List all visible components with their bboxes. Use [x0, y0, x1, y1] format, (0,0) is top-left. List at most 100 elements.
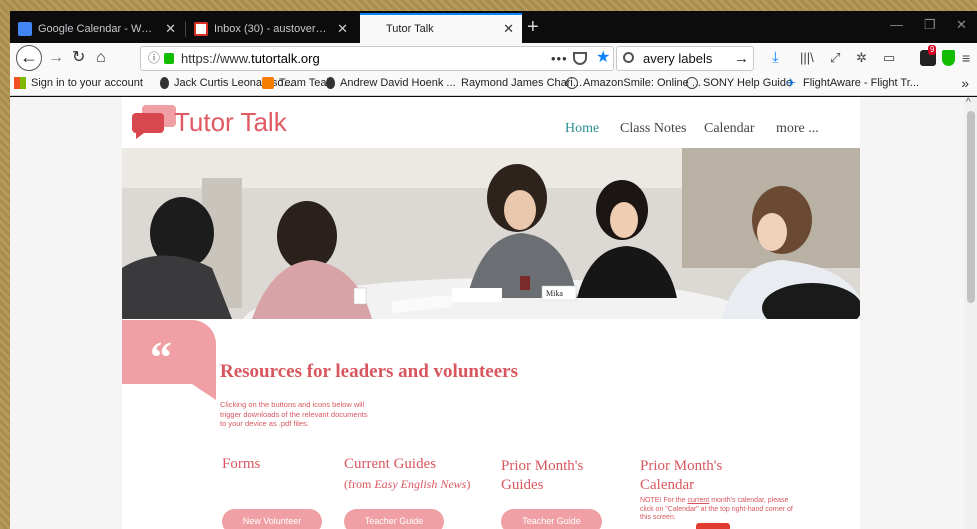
scroll-up-icon[interactable]: ^ — [966, 97, 971, 108]
search-icon — [623, 52, 634, 63]
search-go-icon[interactable]: → — [734, 47, 749, 70]
menu-icon[interactable]: ≡ — [962, 50, 970, 66]
shield-icon[interactable] — [942, 50, 955, 66]
page-viewport: Tutor Talk Home Class Notes Calendar mor… — [10, 97, 964, 529]
pocket-icon[interactable] — [573, 52, 587, 65]
bookmark-label: Team Teal — [279, 77, 329, 89]
url-text: https://www.tutortalk.org — [181, 47, 320, 70]
close-icon[interactable]: ✕ — [337, 21, 348, 37]
tab-title: Tutor Talk — [386, 23, 434, 35]
bookmark-label: SONY Help Guide — [703, 77, 793, 89]
place-card-text: Mika — [546, 289, 563, 298]
note-prefix: NOTE! For the — [640, 497, 688, 504]
tab-strip: Google Calendar - Week of Ma ✕ Inbox (30… — [10, 11, 977, 43]
extension-icon[interactable]: 9 — [920, 45, 937, 66]
plane-icon: ✈ — [786, 76, 797, 90]
calendar-download-button[interactable] — [696, 523, 730, 529]
expand-icon[interactable]: ⤢ — [830, 50, 840, 66]
lock-icon[interactable] — [164, 53, 174, 64]
current-guides-subtitle: (from Easy English News) — [344, 477, 470, 492]
nav-more[interactable]: more ... — [776, 121, 819, 137]
bookmark-star-icon[interactable]: ★ — [596, 46, 610, 69]
prior-calendar-heading: Prior Month's Calendar — [640, 457, 722, 495]
apple-icon — [160, 77, 169, 89]
tab-gmail-inbox[interactable]: Inbox (30) - austover@gmail.co ✕ — [186, 15, 356, 43]
current-guides-heading: Current Guides — [344, 456, 437, 472]
bookmark-label: Raymond James Chari... — [461, 77, 583, 89]
scrollbar-thumb[interactable] — [967, 111, 975, 303]
tab-title: Inbox (30) - austover@gmail.co — [214, 23, 329, 35]
search-bar[interactable]: avery labels → — [616, 46, 754, 71]
home-button[interactable]: ⌂ — [96, 47, 106, 69]
forward-button[interactable]: → — [48, 47, 64, 69]
minimize-icon[interactable]: — — [890, 17, 903, 32]
nav-home[interactable]: Home — [565, 121, 599, 137]
bookmark-item[interactable]: Team Teal — [262, 77, 329, 89]
section-title: Resources for leaders and volunteers — [220, 361, 518, 382]
heading-line: Prior Month's — [501, 458, 584, 474]
nav-class-notes[interactable]: Class Notes — [620, 121, 687, 137]
logo-icon — [132, 105, 176, 139]
note-current-link: current — [687, 497, 710, 504]
hero-photo: Mika — [122, 148, 860, 319]
bookmark-label: FlightAware - Flight Tr... — [803, 77, 919, 89]
forms-heading: Forms — [222, 456, 261, 472]
site-logo-text[interactable]: Tutor Talk — [174, 107, 287, 138]
calendar-icon — [18, 22, 32, 36]
window-close-icon[interactable]: ✕ — [956, 17, 967, 33]
search-input[interactable]: avery labels — [643, 47, 712, 70]
subtitle-suffix: ) — [466, 477, 471, 491]
browser-window: Google Calendar - Week of Ma ✕ Inbox (30… — [10, 11, 977, 529]
apple-icon — [326, 77, 335, 89]
download-icon[interactable]: ⤓ — [772, 50, 779, 66]
new-tab-button[interactable]: + — [527, 15, 539, 39]
svg-text:“: “ — [150, 333, 172, 382]
settings-gear-icon[interactable]: ✲ — [856, 50, 867, 66]
quote-icon: “ — [122, 320, 216, 400]
heading-line: Guides — [501, 477, 544, 493]
navigation-toolbar: ← → ↻ ⌂ ⓘ https://www.tutortalk.org ••• … — [10, 43, 977, 74]
nav-calendar[interactable]: Calendar — [704, 121, 755, 137]
subtitle-prefix: (from — [344, 477, 375, 491]
page-actions-icon[interactable]: ••• — [551, 47, 568, 70]
tutor-talk-page: Tutor Talk Home Class Notes Calendar mor… — [122, 97, 860, 529]
restore-icon[interactable]: ❐ — [924, 17, 936, 33]
sidebar-icon[interactable]: ▭ — [883, 50, 895, 66]
page-scrollbar[interactable]: ^ — [964, 97, 977, 529]
section-note: Clicking on the buttons and icons below … — [220, 400, 368, 428]
info-icon[interactable]: ⓘ — [148, 47, 160, 70]
prior-teacher-guide-button[interactable]: Teacher Guide — [501, 509, 602, 529]
new-volunteer-button[interactable]: New Volunteer — [222, 509, 322, 529]
prior-guides-heading: Prior Month's Guides — [501, 457, 583, 495]
close-icon[interactable]: ✕ — [165, 21, 176, 37]
gmail-icon — [194, 22, 208, 36]
blank-icon — [454, 77, 456, 89]
notification-badge: 9 — [928, 45, 937, 55]
bookmark-item[interactable]: Raymond James Chari... — [454, 77, 582, 89]
bookmark-item[interactable]: SONY Help Guide — [686, 77, 792, 89]
current-teacher-guide-button[interactable]: Teacher Guide — [344, 509, 444, 529]
url-bar[interactable]: ⓘ https://www.tutortalk.org ••• ★ — [140, 46, 614, 71]
microsoft-icon — [14, 77, 26, 89]
tab-tutor-talk[interactable]: Tutor Talk ✕ — [360, 13, 522, 43]
reload-button[interactable]: ↻ — [72, 47, 85, 69]
calendar-note: NOTE! For the current month's calendar, … — [640, 497, 800, 523]
bookmarks-overflow-icon[interactable]: » — [961, 75, 969, 91]
bookmark-label: AmazonSmile: Online ... — [583, 77, 701, 89]
tab-title: Google Calendar - Week of Ma — [38, 23, 158, 35]
bookmark-item[interactable]: Andrew David Hoenk ... — [326, 77, 456, 89]
url-prefix: https://www. — [181, 51, 252, 66]
close-icon[interactable]: ✕ — [503, 21, 514, 37]
blogger-icon — [262, 77, 274, 89]
bookmark-item[interactable]: ✈ FlightAware - Flight Tr... — [786, 77, 919, 89]
tab-google-calendar[interactable]: Google Calendar - Week of Ma ✕ — [10, 15, 184, 43]
bookmarks-toolbar: Sign in to your account Jack Curtis Leon… — [10, 74, 977, 96]
library-icon[interactable]: |||\ — [800, 50, 814, 66]
bookmark-item[interactable]: Sign in to your account — [14, 77, 143, 89]
bookmark-item[interactable]: AmazonSmile: Online ... — [566, 77, 701, 89]
heading-line: Calendar — [640, 477, 695, 493]
back-button[interactable]: ← — [16, 45, 42, 71]
url-host: tutortalk.org — [251, 51, 320, 66]
heading-line: Prior Month's — [640, 458, 723, 474]
subtitle-source: Easy English News — [374, 477, 467, 491]
